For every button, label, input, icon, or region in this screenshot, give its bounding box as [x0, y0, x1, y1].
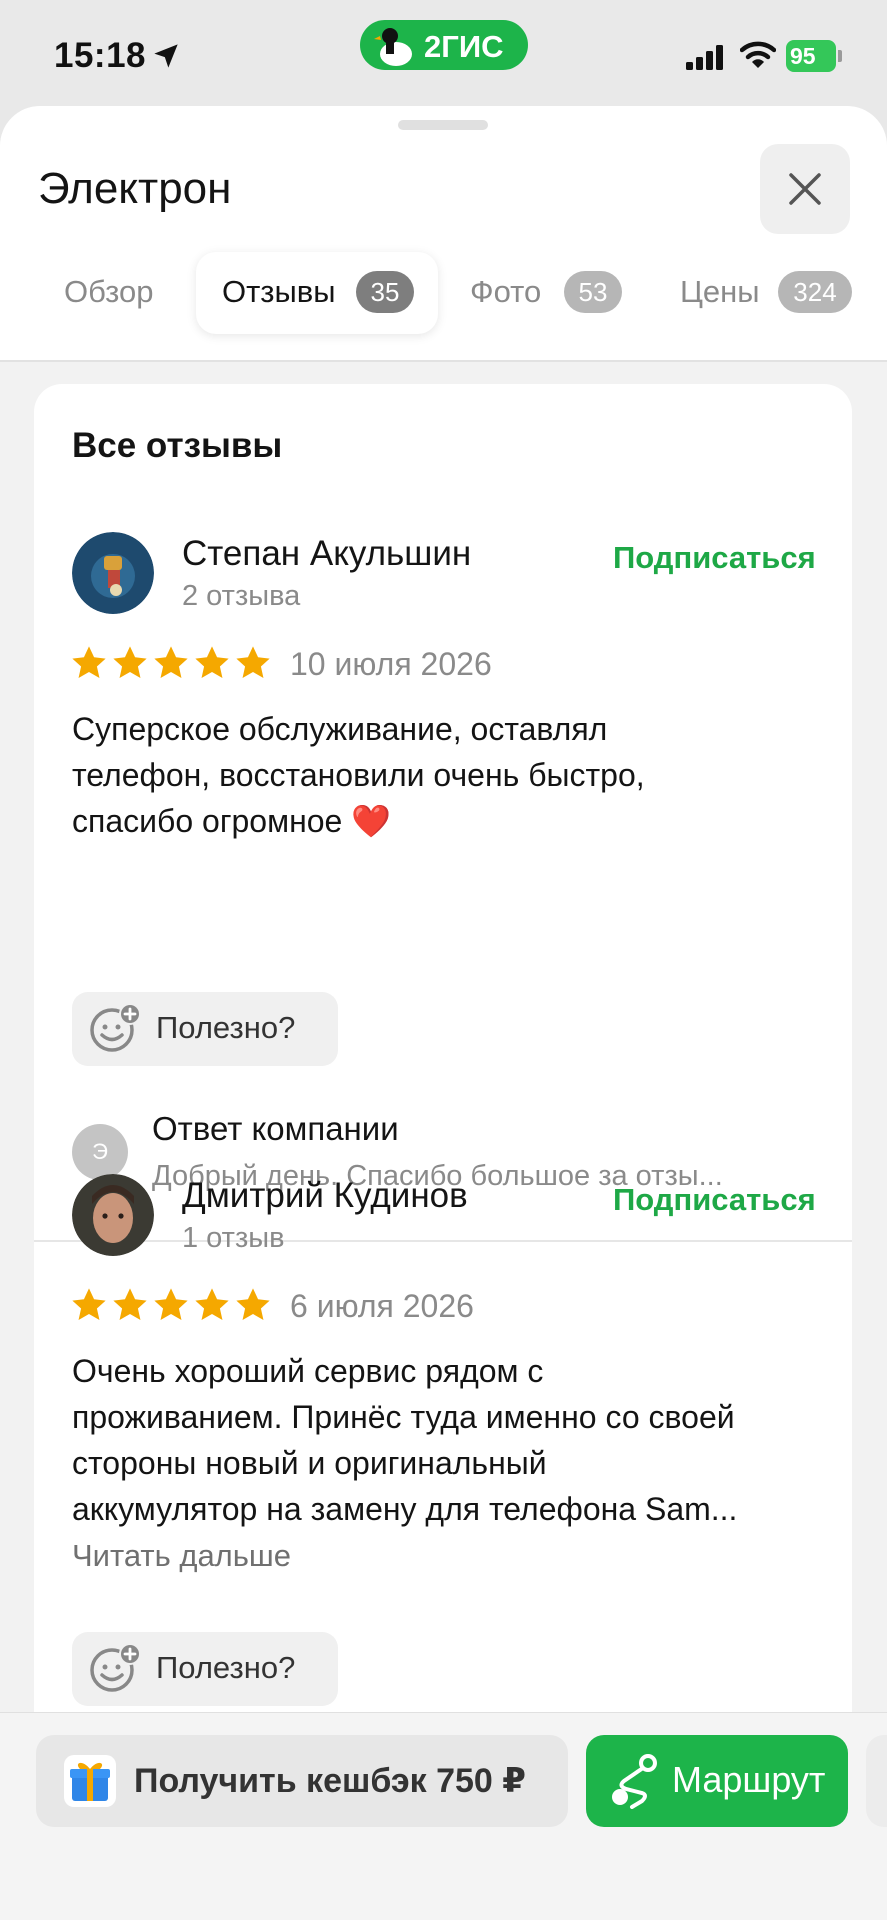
rating-stars — [70, 644, 270, 682]
route-label: Маршрут — [672, 1759, 826, 1800]
location-arrow-icon — [154, 44, 178, 68]
reviewer-review-count: 2 отзыва — [182, 580, 301, 612]
subscribe-button[interactable]: Подписаться — [613, 540, 816, 576]
star-icon — [236, 646, 270, 679]
review-text-line: телефон, восстановили очень быстро, — [72, 757, 645, 793]
route-button[interactable]: Маршрут — [586, 1735, 848, 1827]
tab-count-badge: 53 — [564, 271, 622, 313]
star-icon — [195, 646, 229, 679]
close-button[interactable] — [760, 144, 850, 234]
star-icon — [113, 646, 147, 679]
company-reply-text[interactable]: Добрый день. Спасибо большое за отзы... — [152, 1160, 822, 1193]
smiley-add-icon — [90, 1003, 141, 1052]
tab-label: Фото — [470, 274, 542, 309]
tab-reviews[interactable]: Отзывы 35 — [196, 252, 438, 334]
review-date: 10 июля 2026 — [290, 646, 492, 682]
avatar[interactable] — [72, 1174, 154, 1256]
read-more-link[interactable]: Читать дальше — [72, 1538, 291, 1574]
section-heading: Все отзывы — [72, 426, 283, 465]
tab-count-badge: 35 — [356, 271, 414, 313]
bottom-action-bar: Получить кешбэк 750 ₽ Маршрут — [0, 1712, 887, 1920]
avatar-image — [72, 532, 154, 614]
battery-percent: 95 — [790, 43, 816, 69]
cashback-button[interactable]: Получить кешбэк 750 ₽ — [36, 1735, 568, 1827]
review-text-line: Суперское обслуживание, оставлял — [72, 711, 608, 747]
star-icon — [154, 646, 188, 679]
place-title: Электрон — [38, 164, 232, 213]
star-icon — [72, 646, 106, 679]
sheet-header: Электрон Обзор Отзывы 35 Фото 53 Цены 32… — [0, 106, 887, 362]
tab-label: Отзывы — [222, 274, 336, 309]
goose-logo-icon — [374, 28, 412, 66]
tab-label: Обзор — [64, 274, 154, 309]
review-text: Суперское обслуживание, оставлял телефон… — [72, 706, 832, 844]
avatar[interactable] — [72, 532, 154, 614]
review-text-line: спасибо огромное — [72, 803, 352, 839]
tab-count-badge: 324 — [778, 271, 852, 313]
close-icon — [789, 173, 821, 205]
tab-label: Цены — [680, 274, 760, 309]
tab-prices[interactable]: Цены 324 — [660, 252, 887, 334]
more-actions-button[interactable] — [866, 1735, 887, 1827]
company-avatar: Э — [72, 1124, 128, 1180]
battery-icon: 95 — [786, 40, 842, 72]
app-badge[interactable]: 2ГИС — [360, 20, 528, 70]
status-time: 15:18 — [54, 36, 147, 75]
useful-label: Полезно? — [156, 1010, 296, 1045]
wifi-icon — [740, 41, 776, 68]
tab-photos[interactable]: Фото 53 — [450, 252, 640, 334]
useful-label: Полезно? — [156, 1650, 296, 1685]
status-bar: 15:18 2ГИС 95 — [0, 0, 887, 110]
avatar-image — [72, 1174, 154, 1256]
useful-button[interactable]: Полезно? — [72, 1632, 338, 1706]
tab-overview[interactable]: Обзор — [44, 252, 174, 334]
heart-emoji: ❤️ — [351, 803, 392, 839]
useful-button[interactable]: Полезно? — [72, 992, 338, 1066]
app-badge-label: 2ГИС — [424, 29, 504, 64]
route-icon — [612, 1754, 657, 1809]
gift-icon — [64, 1755, 116, 1807]
cashback-label: Получить кешбэк 750 ₽ — [134, 1762, 526, 1800]
smiley-add-icon — [90, 1643, 141, 1692]
reviewer-name[interactable]: Степан Акульшин — [182, 534, 471, 574]
review-divider — [34, 1240, 852, 1242]
company-reply-title[interactable]: Ответ компании — [152, 1110, 399, 1148]
sheet-grabber[interactable] — [398, 120, 488, 130]
cellular-signal-icon — [686, 45, 723, 70]
